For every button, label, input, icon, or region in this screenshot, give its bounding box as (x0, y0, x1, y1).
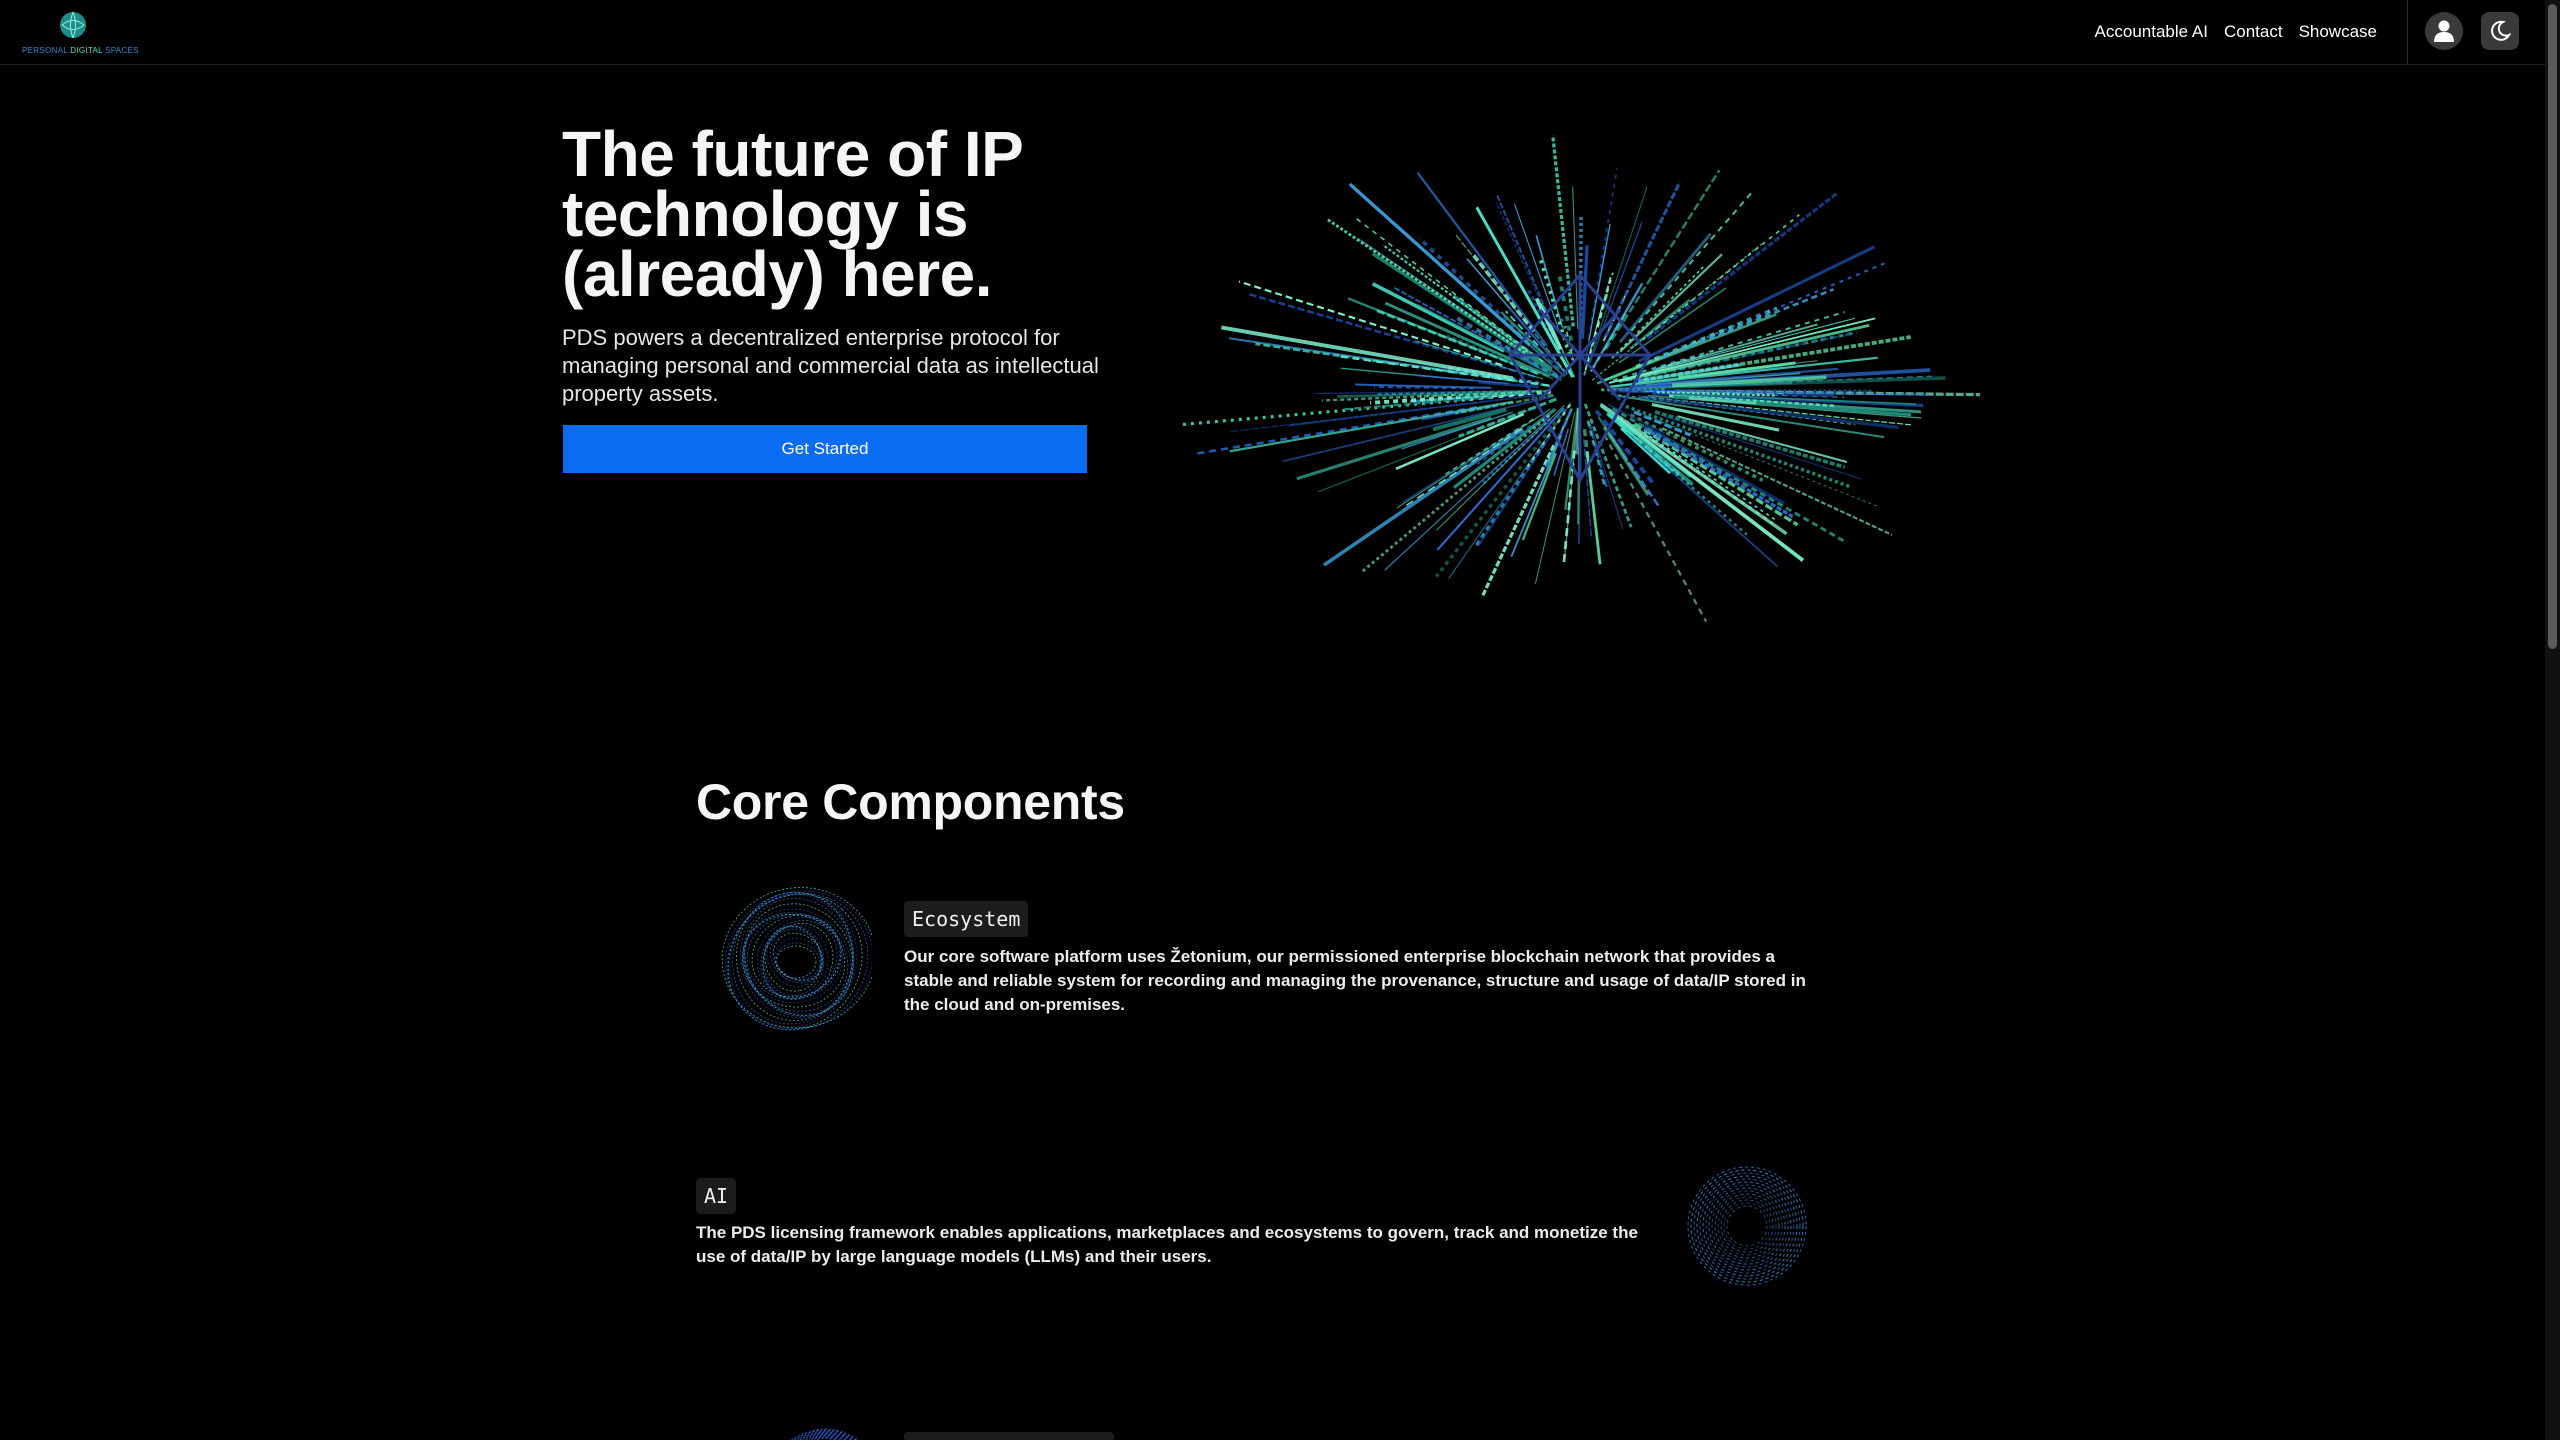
account-button[interactable] (2425, 12, 2463, 50)
ai-ring-graphic (1687, 1166, 1807, 1286)
scrollbar-thumb[interactable] (2548, 4, 2557, 649)
nav-link-showcase[interactable]: Showcase (2299, 22, 2377, 42)
top-nav-bar: PERSONAL DIGITAL SPACES Accountable AI C… (0, 0, 2545, 65)
ecosystem-swirl-graphic (721, 887, 872, 1031)
ecosystem-description: Our core software platform uses Žetonium… (904, 947, 1806, 1014)
page: PERSONAL DIGITAL SPACES Accountable AI C… (0, 0, 2560, 1440)
main-nav: Accountable AI Contact Showcase (2095, 0, 2377, 64)
ai-tag: AI (696, 1178, 737, 1214)
logo-wordmark: PERSONAL DIGITAL SPACES (22, 46, 139, 55)
nav-link-contact[interactable]: Contact (2224, 22, 2283, 42)
nav-link-accountable-ai[interactable]: Accountable AI (2095, 22, 2208, 42)
core-components-title: Core Components (696, 774, 1125, 830)
hero-subtitle: PDS powers a decentralized enterprise pr… (562, 325, 1099, 406)
nav-divider (2407, 0, 2408, 64)
third-component-tag (904, 1432, 1114, 1440)
ecosystem-tag: Ecosystem (904, 901, 1029, 937)
site-logo[interactable]: PERSONAL DIGITAL SPACES (22, 10, 139, 60)
page-scrollbar[interactable] (2545, 0, 2560, 1440)
get-started-button[interactable]: Get Started (563, 425, 1087, 473)
third-component-graphic (790, 1428, 860, 1440)
logo-globe-icon (60, 11, 86, 39)
hero-starburst-graphic (1180, 135, 1980, 623)
theme-toggle-button[interactable] (2481, 12, 2519, 50)
hero-title: The future of IP technology is (already)… (562, 118, 1023, 310)
moon-icon (2491, 20, 2511, 41)
ai-description: The PDS licensing framework enables appl… (696, 1223, 1638, 1266)
user-icon (2434, 20, 2454, 42)
